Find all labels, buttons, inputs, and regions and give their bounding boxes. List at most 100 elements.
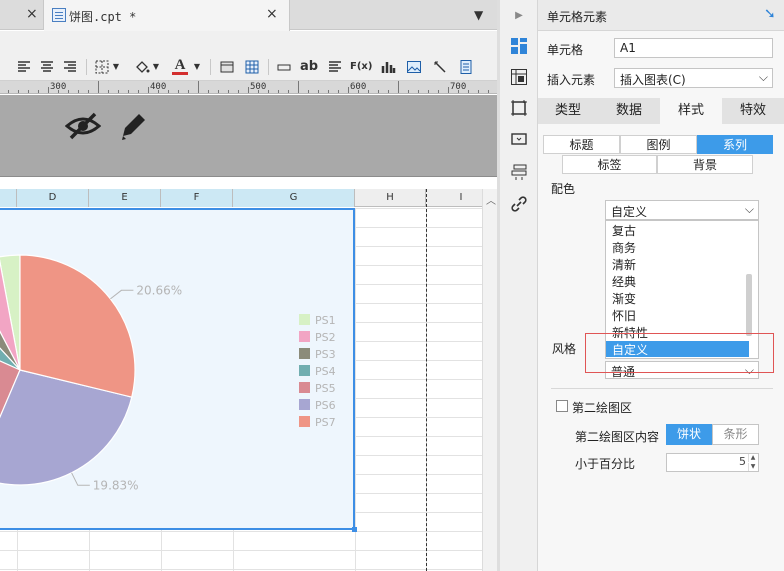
border-icon[interactable]	[94, 59, 110, 75]
chevron-down-icon[interactable]: ▼	[193, 59, 201, 75]
ruler-tick	[168, 90, 169, 93]
dropdown-option[interactable]: 复古	[612, 222, 636, 239]
text-widget-icon[interactable]	[276, 59, 292, 75]
expand-arrow-icon[interactable]: ▶	[509, 5, 529, 25]
font-color-icon[interactable]: A	[172, 58, 188, 75]
cell-attribute-icon[interactable]	[509, 67, 529, 87]
column-header-f[interactable]: F	[161, 189, 233, 207]
subtab-series[interactable]: 系列	[697, 135, 773, 154]
scroll-up-icon[interactable]: ︿	[486, 192, 496, 207]
ruler-tick	[428, 90, 429, 93]
document-tab-bar: × 饼图.cpt * × ▼	[0, 0, 500, 31]
grid-row-line	[0, 550, 482, 551]
ruler-tick	[308, 90, 309, 93]
dropdown-option[interactable]: 清新	[612, 256, 636, 273]
second-plot-pie-button[interactable]: 饼状	[666, 424, 712, 445]
second-plot-checkbox[interactable]	[556, 400, 568, 412]
ruler-tick	[28, 90, 29, 93]
cell-element-icon[interactable]	[509, 36, 529, 56]
legend-label: PS3	[315, 348, 336, 361]
column-header-h[interactable]: H	[355, 189, 426, 207]
close-icon[interactable]: ×	[26, 7, 38, 21]
align-center-icon[interactable]	[39, 59, 55, 75]
main-tab-bar: 类型 数据 样式 特效	[538, 98, 784, 124]
column-header-bar: D E F G H I	[0, 189, 497, 207]
second-plot-content-label: 第二绘图区内容	[575, 430, 660, 444]
horizontal-ruler: 300 400 500 600 700	[0, 81, 500, 94]
grid-icon[interactable]	[244, 59, 260, 75]
condition-attribute-icon[interactable]	[509, 162, 529, 182]
pie-chart-cell[interactable]: 20.66%19.83%18.18% PS1PS2PS3PS4PS5PS6PS7	[0, 208, 355, 530]
column-header-e[interactable]: E	[89, 189, 161, 207]
column-header-d[interactable]: D	[17, 189, 89, 207]
subtab-background[interactable]: 背景	[657, 155, 753, 174]
float-element-icon[interactable]	[509, 98, 529, 118]
column-header-partial[interactable]	[0, 189, 17, 207]
ruler-tick	[268, 90, 269, 93]
spinner-down-icon[interactable]: ▼	[748, 463, 757, 471]
document-tab-active[interactable]: 饼图.cpt * ×	[44, 0, 290, 31]
dropdown-scrollbar-thumb[interactable]	[746, 274, 752, 336]
widget-settings-icon[interactable]	[509, 129, 529, 149]
formula-icon[interactable]: F(x)	[350, 59, 372, 75]
side-icon-column: ▶	[500, 0, 538, 571]
vertical-scrollbar[interactable]: ︿	[482, 189, 497, 571]
data-label: 19.83%	[93, 478, 139, 492]
text-icon[interactable]: ab	[300, 59, 318, 75]
merge-cells-icon[interactable]	[219, 59, 235, 75]
slash-icon[interactable]	[432, 59, 448, 75]
cell-input[interactable]: A1	[614, 38, 773, 58]
format-toolbar: ▼ ▼ A ▼ ab F(x)	[0, 31, 500, 81]
align-left-icon[interactable]	[16, 59, 32, 75]
ruler-tick	[158, 90, 159, 93]
spinner-up-icon[interactable]: ▲	[748, 454, 757, 462]
data-label: 20.66%	[136, 283, 182, 297]
chart-icon[interactable]	[380, 59, 396, 75]
tab-type[interactable]: 类型	[538, 98, 598, 124]
parameter-panel	[0, 95, 500, 177]
page-break-line	[426, 189, 427, 571]
subtab-title[interactable]: 标题	[543, 135, 620, 154]
second-plot-label: 第二绘图区	[572, 401, 633, 415]
subtab-label[interactable]: 标签	[562, 155, 657, 174]
ruler-tick	[418, 90, 419, 93]
color-scheme-select[interactable]: 自定义 ⌵	[605, 200, 759, 220]
dropdown-option[interactable]: 经典	[612, 273, 636, 290]
less-than-percent-label: 小于百分比	[575, 457, 636, 471]
sub-report-icon[interactable]	[458, 59, 474, 75]
tab-effect[interactable]: 特效	[722, 98, 784, 124]
pin-arrow-icon[interactable]: ➘	[764, 6, 776, 22]
color-scheme-value: 自定义	[611, 205, 648, 219]
edit-pencil-icon[interactable]	[118, 110, 148, 142]
chevron-down-icon[interactable]: ▼	[112, 59, 120, 75]
legend-label: PS2	[315, 331, 336, 344]
tab-menu-icon[interactable]: ▼	[474, 8, 483, 22]
tab-data[interactable]: 数据	[598, 98, 660, 124]
resize-handle[interactable]	[352, 527, 357, 532]
previous-document-tab[interactable]: ×	[0, 0, 44, 30]
less-than-percent-spinner[interactable]: 5 ▲ ▼	[666, 453, 759, 472]
column-header-g[interactable]: G	[233, 189, 355, 207]
ruler-tick	[338, 90, 339, 93]
hyperlink-icon[interactable]	[509, 194, 529, 214]
paragraph-icon[interactable]	[327, 59, 343, 75]
ruler-tick	[318, 90, 319, 93]
dropdown-option[interactable]: 商务	[612, 239, 636, 256]
dropdown-option[interactable]: 渐变	[612, 290, 636, 307]
second-plot-bar-button[interactable]: 条形	[712, 424, 759, 445]
chevron-down-icon[interactable]: ▼	[152, 59, 160, 75]
fill-icon[interactable]	[134, 59, 150, 75]
ruler-tick	[48, 87, 49, 93]
ruler-tick	[448, 87, 449, 93]
image-icon[interactable]	[406, 59, 422, 75]
hide-eye-icon[interactable]	[65, 111, 101, 141]
data-label-leader	[110, 289, 134, 300]
ruler-tick	[468, 90, 469, 93]
insert-element-select[interactable]: 插入图表(C) ⌵	[614, 68, 773, 88]
align-right-icon[interactable]	[62, 59, 78, 75]
tab-style[interactable]: 样式	[660, 98, 722, 124]
ruler-tick	[128, 90, 129, 93]
subtab-legend[interactable]: 图例	[620, 135, 697, 154]
dropdown-option[interactable]: 怀旧	[612, 307, 636, 324]
close-icon[interactable]: ×	[266, 7, 278, 21]
